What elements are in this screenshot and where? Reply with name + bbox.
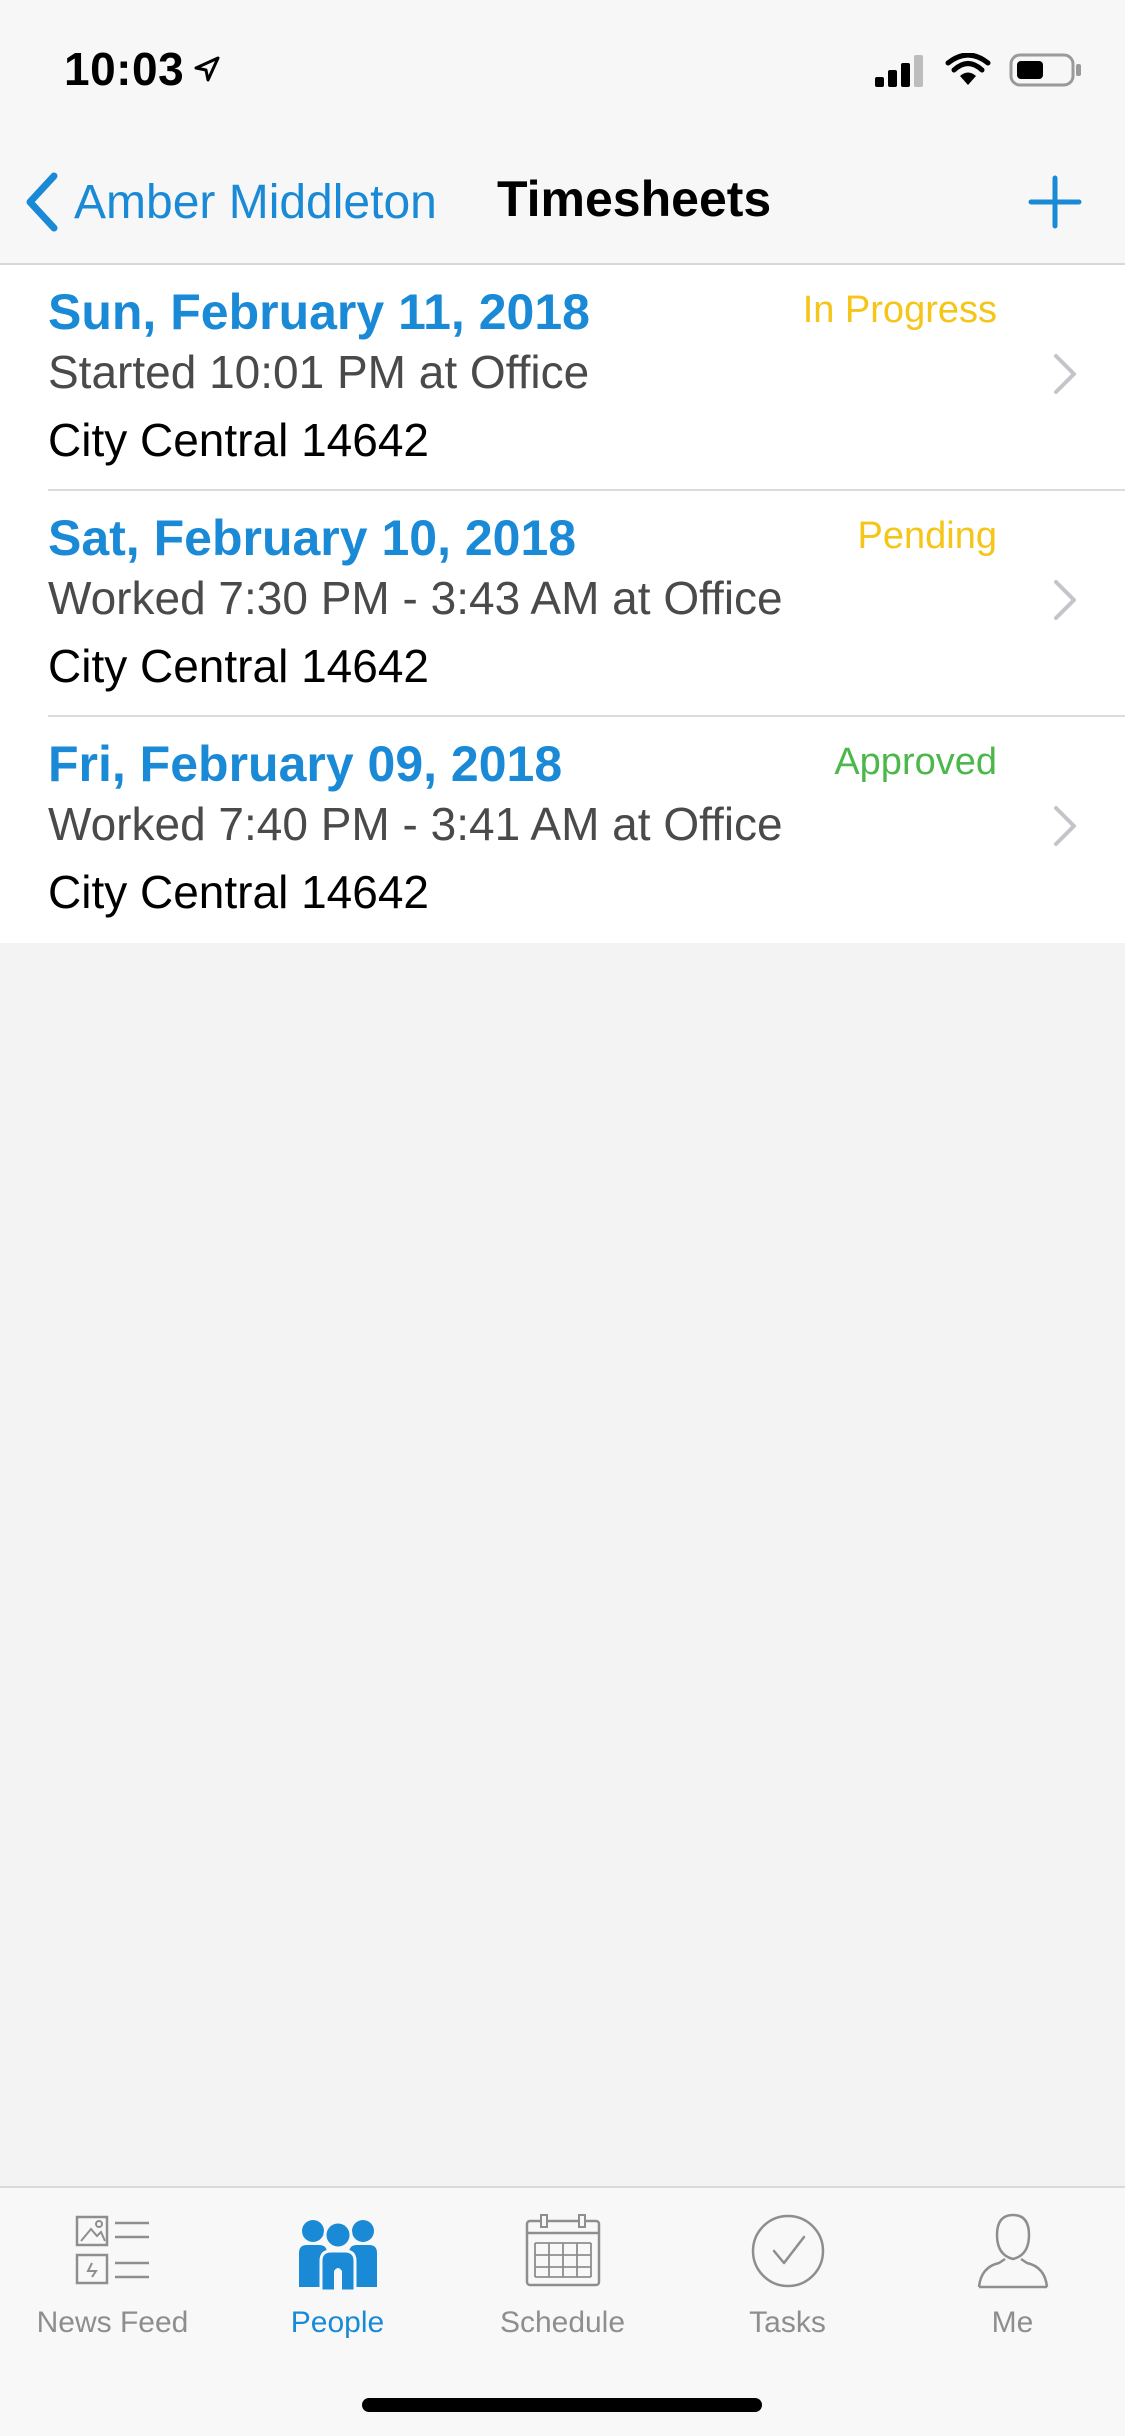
people-icon — [298, 2220, 377, 2291]
chevron-right-icon — [1054, 354, 1076, 394]
timesheet-date: Sat, February 10, 2018 — [48, 510, 577, 566]
back-button[interactable]: Amber Middleton — [22, 162, 437, 242]
wifi-icon — [945, 53, 991, 85]
chevron-right-icon — [1054, 806, 1076, 846]
timesheet-date: Fri, February 09, 2018 — [48, 736, 563, 792]
status-time-text: 10:03 — [64, 43, 185, 95]
chevron-left-icon — [26, 172, 58, 232]
status-time: 10:03 — [64, 42, 222, 96]
tab-schedule[interactable]: Schedule — [450, 2206, 675, 2356]
news-feed-icon — [75, 2215, 149, 2285]
status-badge: Approved — [834, 741, 997, 783]
timesheet-detail: Worked 7:40 PM - 3:41 AM at Office — [48, 798, 783, 850]
timesheet-detail: Worked 7:30 PM - 3:43 AM at Office — [48, 572, 783, 624]
tab-label: People — [290, 2306, 385, 2339]
checkmark-circle-icon — [751, 2214, 824, 2288]
tab-people[interactable]: People — [225, 2206, 450, 2356]
tab-label: Me — [991, 2306, 1034, 2339]
timesheet-row[interactable]: Fri, February 09, 2018 Approved Worked 7… — [0, 717, 1125, 943]
home-indicator[interactable] — [362, 2398, 762, 2412]
calendar-icon — [525, 2214, 600, 2287]
tab-tasks[interactable]: Tasks — [675, 2206, 900, 2356]
back-button-label: Amber Middleton — [74, 175, 437, 229]
timesheet-list: Sun, February 11, 2018 In Progress Start… — [0, 265, 1125, 943]
timesheet-row[interactable]: Sun, February 11, 2018 In Progress Start… — [0, 265, 1125, 491]
timesheet-location: City Central 14642 — [48, 640, 429, 692]
timesheet-location: City Central 14642 — [48, 414, 429, 466]
add-timesheet-button[interactable] — [1015, 162, 1095, 242]
tab-label: Tasks — [749, 2306, 826, 2339]
timesheet-row[interactable]: Sat, February 10, 2018 Pending Worked 7:… — [0, 491, 1125, 717]
chevron-right-icon — [1054, 580, 1076, 620]
status-badge: Pending — [857, 515, 997, 557]
timesheet-location: City Central 14642 — [48, 866, 429, 918]
tab-label: News Feed — [36, 2306, 189, 2339]
page-title: Timesheets — [497, 171, 772, 227]
tab-label: Schedule — [499, 2306, 626, 2339]
tab-news-feed[interactable]: News Feed — [0, 2206, 225, 2356]
tab-me[interactable]: Me — [900, 2206, 1125, 2356]
location-arrow-icon — [194, 56, 220, 82]
battery-icon — [1009, 53, 1081, 87]
status-bar: 10:03 — [0, 0, 1125, 140]
status-badge: In Progress — [802, 289, 997, 331]
navigation-bar: Amber Middleton Timesheets — [0, 140, 1125, 265]
timesheet-detail: Started 10:01 PM at Office — [48, 346, 590, 398]
signal-icon — [875, 55, 923, 87]
plus-icon — [1028, 175, 1082, 229]
timesheet-date: Sun, February 11, 2018 — [48, 284, 590, 340]
person-icon — [977, 2213, 1048, 2289]
